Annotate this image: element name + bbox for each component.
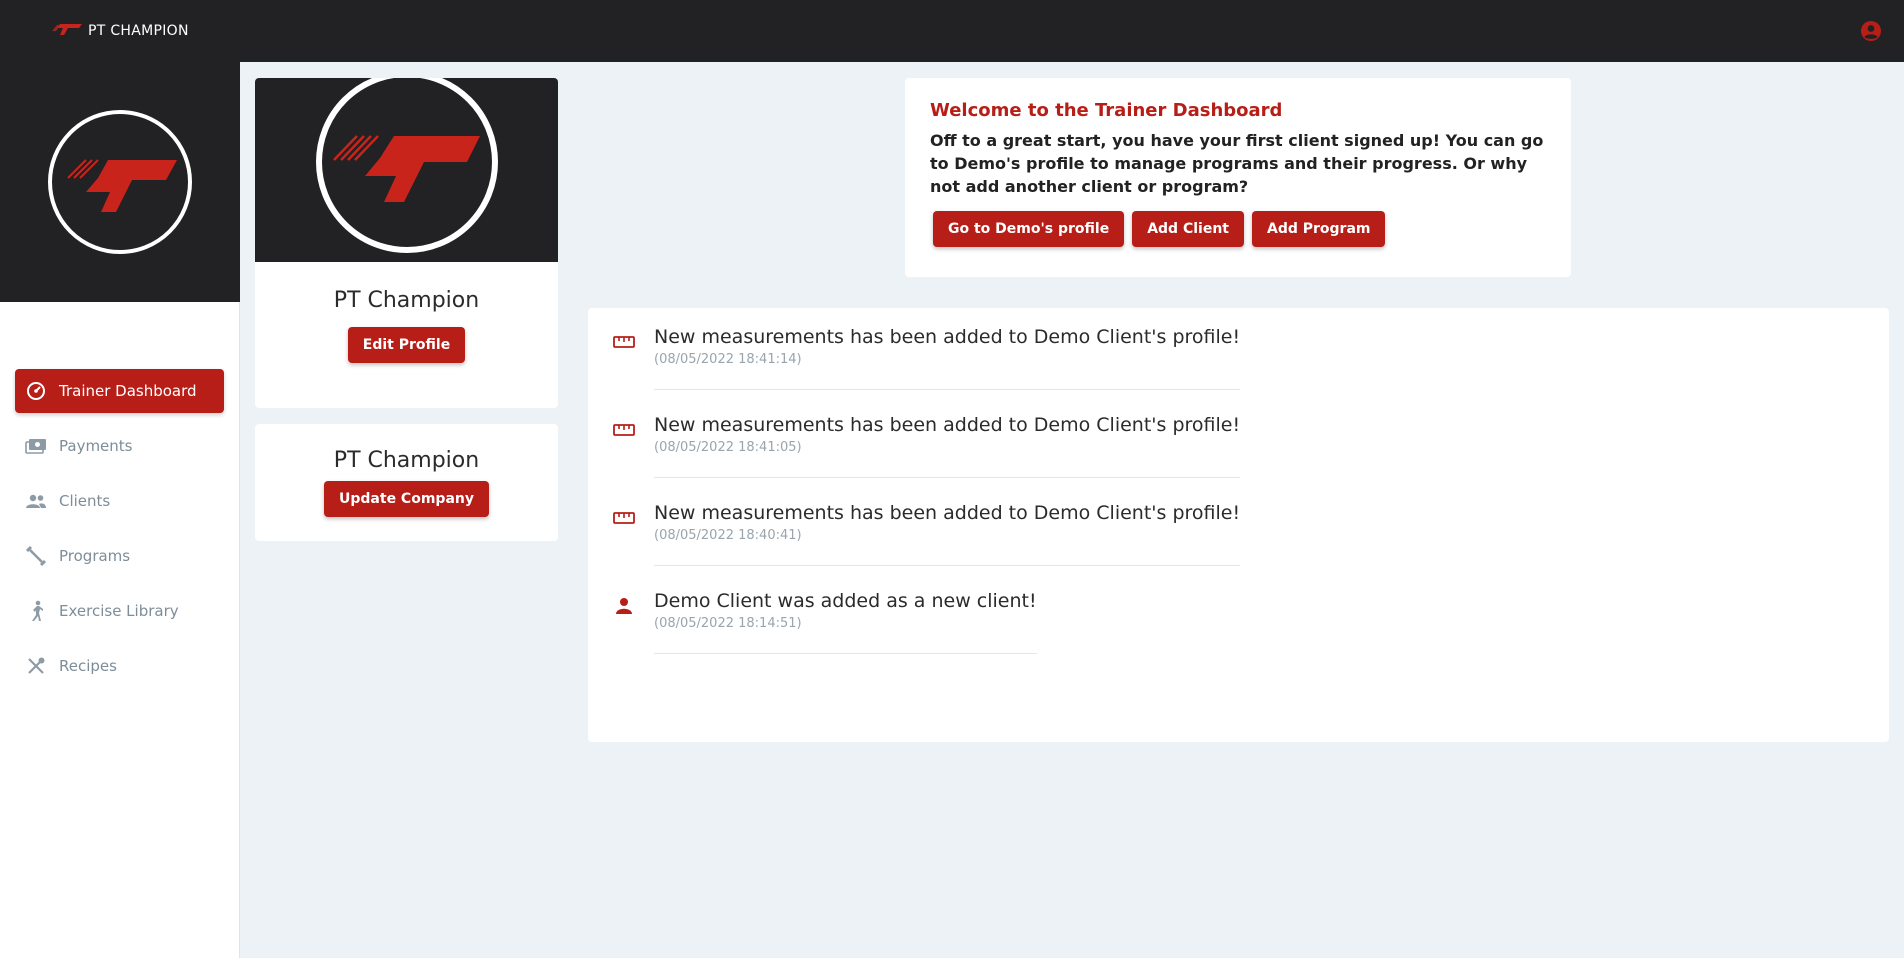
list-item: New measurements has been added to Demo … bbox=[612, 326, 1865, 390]
sidebar-logo-icon bbox=[48, 110, 192, 254]
feed-timestamp: (08/05/2022 18:41:05) bbox=[654, 440, 802, 455]
sidebar-item-exercise-library[interactable]: Exercise Library bbox=[15, 589, 224, 633]
people-icon bbox=[25, 490, 47, 512]
list-item: New measurements has been added to Demo … bbox=[612, 502, 1865, 566]
feed-message: New measurements has been added to Demo … bbox=[654, 502, 1241, 524]
welcome-text: Off to a great start, you have your firs… bbox=[930, 131, 1544, 196]
welcome-card: Welcome to the Trainer Dashboard Off to … bbox=[905, 78, 1571, 277]
dashboard-gauge-icon bbox=[25, 380, 47, 402]
list-item: Demo Client was added as a new client! (… bbox=[612, 590, 1865, 654]
account-circle-icon[interactable] bbox=[1858, 18, 1884, 44]
feed-timestamp: (08/05/2022 18:40:41) bbox=[654, 528, 802, 543]
sidebar-item-label: Payments bbox=[59, 437, 133, 455]
ruler-icon bbox=[612, 506, 636, 530]
sidebar-item-label: Trainer Dashboard bbox=[59, 382, 197, 400]
add-program-button[interactable]: Add Program bbox=[1251, 211, 1386, 247]
utensils-icon bbox=[25, 655, 47, 677]
feed-message: New measurements has been added to Demo … bbox=[654, 414, 1241, 436]
profile-banner bbox=[255, 78, 558, 262]
list-item: New measurements has been added to Demo … bbox=[612, 414, 1865, 478]
profile-name: PT Champion bbox=[333, 288, 480, 313]
sidebar-item-programs[interactable]: Programs bbox=[15, 534, 224, 578]
sidebar-item-recipes[interactable]: Recipes bbox=[15, 644, 224, 688]
ruler-icon bbox=[612, 330, 636, 354]
sidebar-item-label: Programs bbox=[59, 547, 131, 565]
brand[interactable]: PT CHAMPION bbox=[52, 22, 189, 41]
welcome-title: Welcome to the Trainer Dashboard bbox=[930, 100, 1283, 121]
welcome-actions: Go to Demo's profile Add Client Add Prog… bbox=[930, 211, 1546, 247]
sidebar-item-clients[interactable]: Clients bbox=[15, 479, 224, 523]
brand-logo-icon bbox=[52, 22, 82, 41]
sidebar-item-label: Clients bbox=[59, 492, 111, 510]
company-card: PT Champion Update Company bbox=[255, 424, 558, 541]
sidebar-item-payments[interactable]: Payments bbox=[15, 424, 224, 468]
person-icon bbox=[612, 594, 636, 618]
sidebar-item-trainer-dashboard[interactable]: Trainer Dashboard bbox=[15, 369, 224, 413]
brand-name: PT CHAMPION bbox=[88, 23, 189, 39]
add-client-button[interactable]: Add Client bbox=[1132, 211, 1244, 247]
go-to-demo-profile-button[interactable]: Go to Demo's profile bbox=[933, 211, 1125, 247]
ruler-icon bbox=[612, 418, 636, 442]
dumbbell-icon bbox=[25, 545, 47, 567]
sidebar-nav: Trainer Dashboard Payments Clients Progr… bbox=[0, 369, 239, 688]
top-navbar: PT CHAMPION bbox=[0, 0, 1904, 62]
feed-timestamp: (08/05/2022 18:41:14) bbox=[654, 352, 802, 367]
feed-timestamp: (08/05/2022 18:14:51) bbox=[654, 616, 802, 631]
company-name: PT Champion bbox=[333, 448, 480, 473]
activity-feed: New measurements has been added to Demo … bbox=[588, 308, 1889, 742]
payments-icon bbox=[25, 435, 47, 457]
sidebar: Trainer Dashboard Payments Clients Progr… bbox=[0, 62, 240, 958]
update-company-button[interactable]: Update Company bbox=[324, 481, 489, 517]
sidebar-logo bbox=[0, 62, 240, 302]
feed-message: New measurements has been added to Demo … bbox=[654, 326, 1241, 348]
feed-message: Demo Client was added as a new client! bbox=[654, 590, 1037, 612]
running-person-icon bbox=[25, 600, 47, 622]
profile-card: PT Champion Edit Profile bbox=[255, 78, 558, 408]
sidebar-item-label: Exercise Library bbox=[59, 602, 179, 620]
profile-avatar-logo-icon bbox=[315, 78, 498, 253]
sidebar-item-label: Recipes bbox=[59, 657, 117, 675]
edit-profile-button[interactable]: Edit Profile bbox=[347, 327, 466, 363]
